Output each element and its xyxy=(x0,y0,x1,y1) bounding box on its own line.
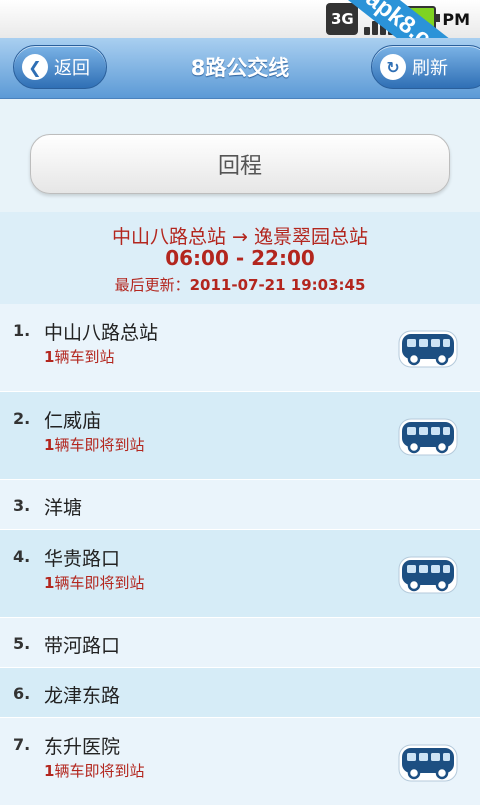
route-updated: 最后更新：2011-07-21 19:03:45 xyxy=(0,274,480,295)
route-hours: 06:00 - 22:00 xyxy=(165,246,315,270)
stop-status: 1辆车即将到站 xyxy=(44,760,144,781)
page-title: 8路公交线 xyxy=(190,56,290,80)
stop-number: 3. xyxy=(13,496,31,515)
refresh-button-label: 刷新 xyxy=(412,58,448,79)
stop-number: 4. xyxy=(13,547,31,566)
stop-name: 中山八路总站 xyxy=(44,322,159,344)
status-bar: 3G PM apk8.com xyxy=(0,0,480,88)
status-text: 辆车即将到站 xyxy=(54,436,145,454)
bus-count: 1 xyxy=(44,762,55,780)
network-3g-icon: 3G xyxy=(326,3,359,35)
route-info: 中山八路总站 → 逸景翠园总站 06:00 - 22:00 最后更新：2011-… xyxy=(0,212,480,304)
stop-number: 7. xyxy=(13,735,31,754)
stop-item[interactable]: 4. 华贵路口 1辆车即将到站 xyxy=(0,530,480,618)
status-text: 辆车即将到站 xyxy=(54,574,145,592)
stop-number: 2. xyxy=(13,409,31,428)
stop-number: 5. xyxy=(13,634,31,653)
title-bar: ❮ 返回 8路公交线 ↻ 刷新 xyxy=(0,38,480,99)
status-text: 辆车到站 xyxy=(54,348,115,366)
refresh-icon: ↻ xyxy=(380,54,406,80)
stop-number: 1. xyxy=(13,321,31,340)
stop-item[interactable]: 5. 带河路口 xyxy=(0,618,480,668)
updated-time: 2011-07-21 19:03:45 xyxy=(189,276,366,294)
bus-count: 1 xyxy=(44,574,55,592)
bus-icon xyxy=(398,556,458,594)
stop-item[interactable]: 7. 东升医院 1辆车即将到站 xyxy=(0,718,480,806)
bus-icon xyxy=(398,744,458,782)
return-trip-label: 回程 xyxy=(217,154,262,179)
stop-name: 华贵路口 xyxy=(44,548,121,570)
stop-item[interactable]: 3. 洋塘 xyxy=(0,480,480,530)
bus-icon xyxy=(398,330,458,368)
bus-icon xyxy=(398,418,458,456)
bus-count: 1 xyxy=(44,348,55,366)
status-time: PM xyxy=(442,9,470,29)
stop-name: 仁威庙 xyxy=(44,410,102,432)
stop-item[interactable]: 2. 仁威庙 1辆车即将到站 xyxy=(0,392,480,480)
refresh-button[interactable]: ↻ 刷新 xyxy=(371,45,480,89)
back-button-label: 返回 xyxy=(54,58,90,79)
stop-number: 6. xyxy=(13,684,31,703)
route-name: 中山八路总站 → 逸景翠园总站 xyxy=(112,226,368,248)
stop-name: 带河路口 xyxy=(44,635,121,657)
bus-count: 1 xyxy=(44,436,55,454)
stop-name: 洋塘 xyxy=(44,497,83,519)
stop-list: 1. 中山八路总站 1辆车到站 2. 仁威庙 1辆车即将到站 3. 洋塘 4. … xyxy=(0,304,480,806)
stop-item[interactable]: 6. 龙津东路 xyxy=(0,668,480,718)
updated-label: 最后更新： xyxy=(114,276,190,294)
stop-name: 东升医院 xyxy=(44,736,121,758)
status-text: 辆车即将到站 xyxy=(54,762,145,780)
back-button[interactable]: ❮ 返回 xyxy=(13,45,107,89)
back-arrow-icon: ❮ xyxy=(22,54,48,80)
return-trip-button[interactable]: 回程 xyxy=(30,134,450,194)
stop-item[interactable]: 1. 中山八路总站 1辆车到站 xyxy=(0,304,480,392)
stop-status: 1辆车即将到站 xyxy=(44,434,144,455)
stop-name: 龙津东路 xyxy=(44,685,121,707)
stop-status: 1辆车到站 xyxy=(44,346,114,367)
stop-status: 1辆车即将到站 xyxy=(44,572,144,593)
